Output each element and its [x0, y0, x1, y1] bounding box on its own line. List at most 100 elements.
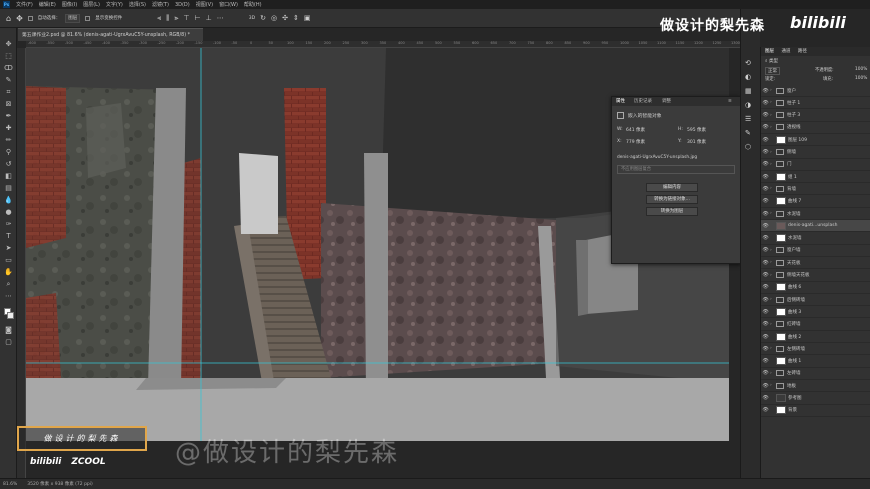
history-panel-icon[interactable]: ⟲ — [745, 59, 751, 67]
tab-channels[interactable]: 通道 — [781, 49, 790, 54]
eraser-tool-icon[interactable]: ◧ — [4, 172, 13, 181]
document-info[interactable]: 3520 像素 x 938 像素 (72 ppi) — [27, 481, 93, 487]
layer-row[interactable]: 👁 › 窗户墙 — [761, 245, 870, 257]
3d-rotate-icon[interactable]: ↻ — [260, 14, 266, 22]
visibility-eye-icon[interactable]: 👁 — [761, 223, 770, 229]
layer-row[interactable]: 👁 曲线 2 — [761, 331, 870, 343]
visibility-eye-icon[interactable]: 👁 — [761, 186, 770, 192]
visibility-eye-icon[interactable]: 👁 — [761, 112, 770, 118]
move-tool-icon[interactable]: ✥ — [4, 40, 13, 49]
brush-tool-icon[interactable]: ✏ — [4, 136, 13, 145]
edit-contents-button[interactable]: 编辑内容 — [646, 183, 698, 192]
x-value[interactable]: 779 像素 — [626, 139, 645, 145]
layer-row[interactable]: 👁 曲线 3 — [761, 306, 870, 319]
visibility-eye-icon[interactable]: 👁 — [761, 124, 770, 130]
menu-layer[interactable]: 图层(L) — [83, 1, 100, 8]
visibility-eye-icon[interactable]: 👁 — [761, 309, 770, 315]
screen-mode-icon[interactable]: ▢ — [4, 338, 13, 347]
align-bottom-icon[interactable]: ⊥ — [206, 14, 212, 22]
layer-row[interactable]: 👁 › 门 — [761, 159, 870, 171]
layer-row[interactable]: 👁 › 左侧砖墙 — [761, 343, 870, 356]
visibility-eye-icon[interactable]: 👁 — [761, 334, 770, 340]
layer-row[interactable]: 👁 参考图 — [761, 393, 870, 405]
layer-row[interactable]: 👁 › 天花板 — [761, 257, 870, 270]
marquee-tool-icon[interactable]: ⬚ — [4, 52, 13, 61]
visibility-eye-icon[interactable]: 👁 — [761, 321, 770, 327]
lasso-tool-icon[interactable]: ↀ — [4, 64, 13, 73]
visibility-eye-icon[interactable]: 👁 — [761, 346, 770, 352]
blend-mode-dropdown[interactable]: 正常 — [765, 67, 780, 75]
tab-layers[interactable]: 图层 — [765, 49, 774, 54]
visibility-eye-icon[interactable]: 👁 — [761, 137, 770, 143]
document-tab[interactable]: 第五课作业2.psd @ 81.6% (denis-agati-UgrxAvuC… — [18, 28, 203, 41]
layer-row[interactable]: 👁 水泥墙 — [761, 233, 870, 245]
align-top-icon[interactable]: ⊤ — [183, 14, 189, 22]
visibility-eye-icon[interactable]: 👁 — [761, 198, 770, 204]
crop-tool-icon[interactable]: ⌗ — [4, 88, 13, 97]
tab-properties[interactable]: 属性 — [616, 97, 625, 106]
brushes-panel-icon[interactable]: ✎ — [745, 129, 751, 137]
eyedropper-tool-icon[interactable]: ✒ — [4, 112, 13, 121]
auto-select-checkbox[interactable] — [27, 15, 33, 21]
visibility-eye-icon[interactable]: 👁 — [761, 272, 770, 278]
menu-window[interactable]: 窗口(W) — [219, 1, 238, 8]
fill-value[interactable]: 100% — [855, 76, 867, 81]
layer-comp-dropdown[interactable]: 不应用图层复合 — [617, 165, 735, 174]
layer-row[interactable]: 👁 曲线 6 — [761, 282, 870, 294]
layer-row[interactable]: 👁 曲线 1 — [761, 356, 870, 368]
visibility-eye-icon[interactable]: 👁 — [761, 370, 770, 376]
visibility-eye-icon[interactable]: 👁 — [761, 358, 770, 364]
distribute-icon[interactable]: ⋯ — [217, 14, 224, 22]
visibility-eye-icon[interactable]: 👁 — [761, 247, 770, 253]
y-value[interactable]: 301 像素 — [687, 139, 706, 145]
hand-tool-icon[interactable]: ✋ — [4, 268, 13, 277]
layer-row[interactable]: 👁 › 窗户 — [761, 85, 870, 97]
blur-tool-icon[interactable]: 💧 — [4, 196, 13, 205]
menu-select[interactable]: 选择(S) — [129, 1, 146, 8]
menu-image[interactable]: 图像(I) — [62, 1, 77, 8]
align-right-icon[interactable]: ⫸ — [174, 14, 178, 23]
w-value[interactable]: 641 像素 — [626, 127, 645, 133]
rectangle-tool-icon[interactable]: ▭ — [4, 256, 13, 265]
gradient-tool-icon[interactable]: ▤ — [4, 184, 13, 193]
menu-help[interactable]: 帮助(H) — [244, 1, 262, 8]
quick-select-tool-icon[interactable]: ✎ — [4, 76, 13, 85]
layer-row[interactable]: 👁 › 后侧砖墙 — [761, 294, 870, 307]
history-brush-tool-icon[interactable]: ↺ — [4, 160, 13, 169]
layer-row[interactable]: 👁 › 侧墙天花板 — [761, 270, 870, 282]
dodge-tool-icon[interactable]: ● — [4, 208, 13, 217]
layer-row[interactable]: 👁 背景 — [761, 405, 870, 417]
color-panel-icon[interactable]: ◐ — [745, 73, 751, 81]
layer-row[interactable]: 👁 › 地板 — [761, 380, 870, 393]
paths-panel-icon[interactable]: ⬡ — [745, 143, 751, 151]
layer-row[interactable]: 👁 › 水泥墙 — [761, 208, 870, 220]
tab-paths[interactable]: 路径 — [798, 49, 807, 54]
layer-row[interactable]: 👁 曲线 7 — [761, 196, 870, 208]
align-left-icon[interactable]: ⫷ — [157, 14, 161, 23]
layer-row[interactable]: 👁 › 左砖墙 — [761, 368, 870, 380]
more-tools-icon[interactable]: ⋯ — [4, 292, 13, 301]
layer-kind-filter[interactable]: ⌕ 类型 — [765, 58, 778, 64]
align-middle-icon[interactable]: ⊢ — [195, 14, 201, 22]
3d-scale-icon[interactable]: ▣ — [304, 14, 311, 22]
auto-select-target-dropdown[interactable]: 图层 — [65, 13, 81, 23]
zoom-level[interactable]: 81.6% — [3, 482, 17, 487]
layer-row[interactable]: 👁 › 柱子 3 — [761, 110, 870, 122]
ruler-horizontal[interactable]: -600 -550 -500 -450 -400 -350 -300 -250 -200 -150… — [26, 41, 740, 48]
clone-stamp-tool-icon[interactable]: ⚲ — [4, 148, 13, 157]
adjustments-panel-icon[interactable]: ◑ — [745, 101, 751, 109]
menu-edit[interactable]: 编辑(E) — [39, 1, 56, 8]
visibility-eye-icon[interactable]: 👁 — [761, 407, 770, 413]
visibility-eye-icon[interactable]: 👁 — [761, 161, 770, 167]
layer-row[interactable]: 👁 › 透视线 — [761, 122, 870, 134]
frame-tool-icon[interactable]: ⊠ — [4, 100, 13, 109]
layer-row[interactable]: 👁 › 红砖墙 — [761, 319, 870, 331]
visibility-eye-icon[interactable]: 👁 — [761, 149, 770, 155]
visibility-eye-icon[interactable]: 👁 — [761, 211, 770, 217]
layer-row[interactable]: 👁 › 背墙 — [761, 183, 870, 196]
menu-filter[interactable]: 滤镜(T) — [152, 1, 169, 8]
visibility-eye-icon[interactable]: 👁 — [761, 395, 770, 401]
home-icon[interactable]: ⌂ — [6, 14, 11, 23]
pen-tool-icon[interactable]: ✑ — [4, 220, 13, 229]
swatches-panel-icon[interactable]: ▦ — [745, 87, 752, 95]
